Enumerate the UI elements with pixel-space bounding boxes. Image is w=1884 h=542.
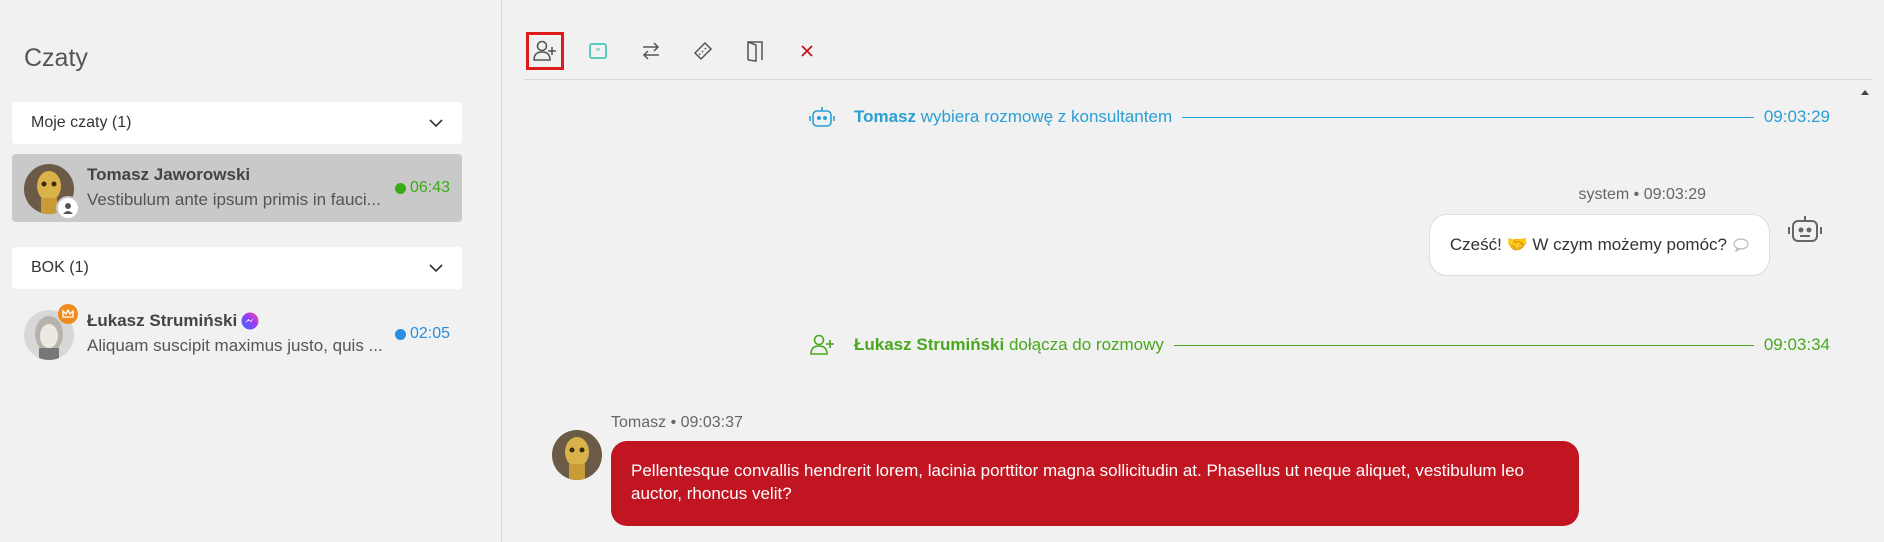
close-icon xyxy=(801,45,813,57)
svg-text:": " xyxy=(596,47,601,58)
event-actor: Tomasz xyxy=(854,107,917,126)
event-text: wybiera rozmowę z konsultantem xyxy=(920,107,1173,126)
chat-time-value: 06:43 xyxy=(409,179,450,196)
quote-icon: " xyxy=(589,43,607,59)
message-meta: system • 09:03:29 xyxy=(1578,186,1706,203)
group-label: BOK (1) xyxy=(31,259,89,276)
status-dot xyxy=(394,328,406,340)
chat-toolbar: " xyxy=(524,28,1872,80)
chat-time-value: 02:05 xyxy=(409,325,450,342)
event-divider xyxy=(1173,344,1754,346)
message-text: Cześć! 🤝 W czym możemy pomóc? xyxy=(1449,235,1727,254)
event-chose-consultant: Tomasz wybiera rozmowę z konsultantem 09… xyxy=(808,102,1830,132)
event-actor: Łukasz Strumiński xyxy=(854,335,1005,354)
sidebar-title: Czaty xyxy=(24,44,88,72)
chat-time: 06:43 xyxy=(394,179,450,197)
chat-item-tomasz[interactable]: Tomasz Jaworowski Vestibulum ante ipsum … xyxy=(12,154,462,222)
quote-button[interactable]: " xyxy=(579,32,617,70)
add-user-icon xyxy=(808,331,836,359)
transfer-button[interactable] xyxy=(632,32,670,70)
add-user-button[interactable] xyxy=(526,32,564,70)
chevron-down-icon xyxy=(429,119,443,128)
transfer-icon xyxy=(642,42,660,60)
ticket-button[interactable] xyxy=(684,32,722,70)
chat-name: Łukasz Strumiński xyxy=(87,311,238,330)
system-message-bubble: Cześć! 🤝 W czym możemy pomóc? xyxy=(1428,214,1770,276)
event-divider xyxy=(1182,116,1754,118)
group-label: Moje czaty (1) xyxy=(31,114,132,131)
chat-preview: Vestibulum ante ipsum primis in fauci... xyxy=(87,190,381,209)
chat-time: 02:05 xyxy=(394,325,450,343)
robot-icon xyxy=(808,103,836,131)
user-message-bubble: Pellentesque convallis hendrerit lorem, … xyxy=(611,441,1579,526)
close-chat-button[interactable] xyxy=(788,32,826,70)
agent-badge-icon xyxy=(56,196,80,220)
ticket-icon xyxy=(693,41,713,61)
chat-sidebar: Czaty Moje czaty (1) Tomasz Jaworowski V… xyxy=(0,0,502,542)
chat-preview: Aliquam suscipit maximus justo, quis ... xyxy=(87,336,383,355)
event-time: 09:03:34 xyxy=(1763,335,1830,354)
group-bok[interactable]: BOK (1) xyxy=(12,247,462,289)
chevron-down-icon xyxy=(429,264,443,273)
leave-chat-button[interactable] xyxy=(736,32,774,70)
chat-item-lukasz[interactable]: Łukasz Strumiński Aliquam suscipit maxim… xyxy=(12,300,462,368)
add-user-icon xyxy=(533,40,556,61)
door-exit-icon xyxy=(747,41,763,62)
robot-icon xyxy=(1788,216,1822,242)
avatar xyxy=(552,430,602,480)
crown-icon xyxy=(58,304,78,324)
messenger-icon xyxy=(241,312,259,330)
group-my-chats[interactable]: Moje czaty (1) xyxy=(12,102,462,144)
scroll-up-icon[interactable] xyxy=(1860,88,1870,96)
message-meta: Tomasz • 09:03:37 xyxy=(611,414,743,431)
event-user-joined: Łukasz Strumiński dołącza do rozmowy 09:… xyxy=(808,330,1830,360)
message-text: Pellentesque convallis hendrerit lorem, … xyxy=(631,461,1524,503)
status-dot xyxy=(394,182,406,194)
chat-name: Tomasz Jaworowski xyxy=(87,165,251,184)
speech-bubble-icon xyxy=(1733,238,1749,252)
event-time: 09:03:29 xyxy=(1763,107,1830,126)
event-text: dołącza do rozmowy xyxy=(1008,335,1164,354)
